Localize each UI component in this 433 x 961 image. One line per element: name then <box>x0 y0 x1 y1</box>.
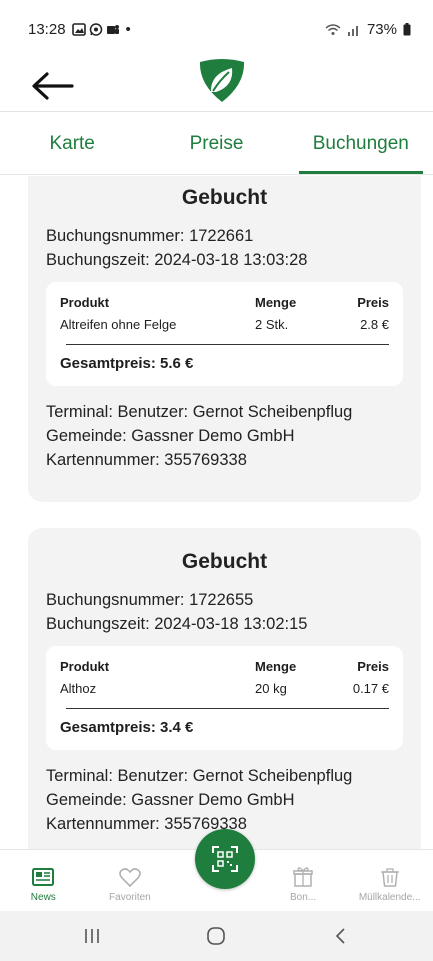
status-right: 73% <box>325 21 411 38</box>
booking-terminal: Terminal: Benutzer: Gernot Scheibenpflug <box>46 767 353 785</box>
booking-status: Gebucht <box>181 186 268 209</box>
whatsapp-icon <box>89 22 102 36</box>
gift-icon <box>293 867 313 887</box>
nav-news-label: News <box>30 892 56 903</box>
chevron-left-icon <box>335 928 345 944</box>
tab-preise[interactable]: Preise <box>144 113 288 174</box>
news-icon <box>32 868 55 886</box>
nav-favoriten-label: Favoriten <box>109 892 151 903</box>
tab-buchungen[interactable]: Buchungen <box>289 113 433 174</box>
system-navigation <box>0 911 433 961</box>
booking-number: Buchungsnummer: 1722661 <box>46 227 254 245</box>
header-price: Preis <box>357 659 389 674</box>
booking-card-number: Kartennummer: 355769338 <box>46 451 247 469</box>
nav-news[interactable]: News <box>0 850 87 911</box>
item-quantity: 20 kg <box>255 681 287 696</box>
item-price: 0.17 € <box>352 681 389 696</box>
tab-karte[interactable]: Karte <box>0 113 144 174</box>
header-product: Produkt <box>60 659 110 674</box>
recent-apps-icon <box>85 929 99 943</box>
tab-bar: Karte Preise Buchungen <box>0 113 433 175</box>
teams-icon <box>106 24 119 34</box>
arrow-left-icon <box>32 72 74 100</box>
booking-total: Gesamtpreis: 5.6 € <box>60 355 194 372</box>
scan-button[interactable] <box>195 829 255 889</box>
nav-bon[interactable]: Bon... <box>260 850 347 911</box>
leaf-shield-logo <box>199 59 245 102</box>
app-header <box>0 58 433 112</box>
booking-card: Gebucht Buchungsnummer: 1722661 Buchungs… <box>28 176 421 502</box>
booking-terminal: Terminal: Benutzer: Gernot Scheibenpflug <box>46 403 353 421</box>
booking-municipality: Gemeinde: Gassner Demo GmbH <box>46 427 295 445</box>
booking-items-table: Produkt Menge Preis Altreifen ohne Felge… <box>46 282 403 386</box>
notification-icons <box>71 22 120 36</box>
booking-municipality: Gemeinde: Gassner Demo GmbH <box>46 791 295 809</box>
status-bar: 13:28 • 73% <box>0 0 433 58</box>
wifi-icon <box>325 23 341 35</box>
item-product: Althoz <box>60 681 97 696</box>
booking-number: Buchungsnummer: 1722655 <box>46 591 254 609</box>
home-icon <box>207 927 226 945</box>
item-quantity: 2 Stk. <box>255 317 289 332</box>
status-dot: • <box>125 20 131 38</box>
system-back-button[interactable] <box>319 918 363 954</box>
booking-items-table: Produkt Menge Preis Althoz 20 kg 0.17 € … <box>46 646 403 750</box>
gallery-icon <box>71 22 86 36</box>
item-price: 2.8 € <box>360 317 389 332</box>
nav-muellkalender-label: Müllkalende... <box>358 892 421 903</box>
nav-muellkalender[interactable]: Müllkalende... <box>346 850 433 911</box>
booking-status: Gebucht <box>181 550 268 573</box>
table-divider <box>66 344 389 345</box>
nav-favoriten[interactable]: Favoriten <box>87 850 174 911</box>
nav-bon-label: Bon... <box>290 892 317 903</box>
header-quantity: Menge <box>255 659 297 674</box>
status-left: 13:28 • <box>28 21 131 38</box>
booking-time: Buchungszeit: 2024-03-18 13:02:15 <box>46 615 308 633</box>
qr-scan-icon <box>212 846 238 872</box>
table-header-row: Produkt Menge Preis <box>60 656 389 678</box>
back-button[interactable] <box>30 66 78 106</box>
battery-icon <box>403 22 411 35</box>
booking-card: Gebucht Buchungsnummer: 1722655 Buchungs… <box>28 528 421 849</box>
booking-total: Gesamtpreis: 3.4 € <box>60 719 194 736</box>
header-quantity: Menge <box>255 295 297 310</box>
booking-time: Buchungszeit: 2024-03-18 13:03:28 <box>46 251 308 269</box>
header-product: Produkt <box>60 295 110 310</box>
table-row: Altreifen ohne Felge 2 Stk. 2.8 € <box>60 314 389 336</box>
table-divider <box>66 708 389 709</box>
header-price: Preis <box>357 295 389 310</box>
table-row: Althoz 20 kg 0.17 € <box>60 678 389 700</box>
recent-apps-button[interactable] <box>70 918 114 954</box>
item-product: Altreifen ohne Felge <box>60 317 177 332</box>
home-button[interactable] <box>194 918 238 954</box>
bookings-list[interactable]: Gebucht Buchungsnummer: 1722661 Buchungs… <box>0 176 433 849</box>
signal-icon <box>347 25 358 36</box>
battery-percent: 73% <box>366 20 397 38</box>
heart-icon <box>119 868 141 888</box>
trash-icon <box>380 868 399 887</box>
status-time: 13:28 <box>28 20 66 38</box>
table-header-row: Produkt Menge Preis <box>60 292 389 314</box>
